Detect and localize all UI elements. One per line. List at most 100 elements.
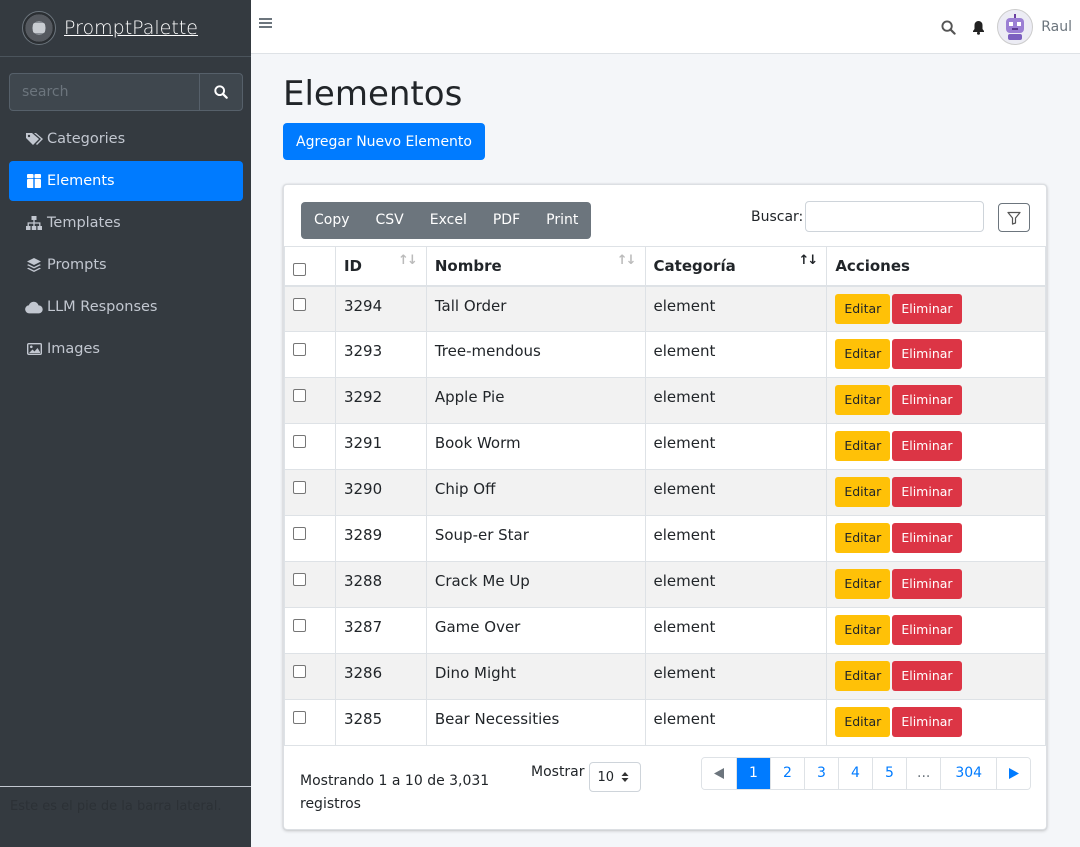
delete-button[interactable]: Eliminar [892,707,962,737]
edit-button[interactable]: Editar [835,569,891,599]
table-header-row: ID ↑↓ Nombre ↑↓ Categoría ↑↓ Acciones [284,246,1046,287]
table-search-label: Buscar: [751,209,804,225]
sidebar-item-llm-responses[interactable]: LLM Responses [9,287,243,327]
page-size-control: Mostrar 10 [531,762,641,792]
next-page-button[interactable] [996,758,1031,789]
edit-button[interactable]: Editar [835,339,891,369]
notifications-button[interactable] [972,20,985,35]
sidebar-nav: Categories Elements Templates Prompts LL… [9,119,243,371]
sitemap-icon [25,215,43,231]
export-button-group: Copy CSV Excel PDF Print [301,202,592,239]
page-button[interactable]: 1 [736,758,770,789]
row-checkbox[interactable] [293,711,306,724]
row-select-cell [284,331,336,378]
name-cell: Apple Pie [425,377,646,424]
id-cell: 3294 [334,285,427,332]
actions-cell: Editar Eliminar [826,469,1046,516]
add-element-button[interactable]: Agregar Nuevo Elemento [283,123,485,160]
row-checkbox[interactable] [293,481,306,494]
row-select-cell [284,285,336,332]
page-button[interactable]: 3 [804,758,838,789]
delete-button[interactable]: Eliminar [892,569,962,599]
name-cell: Crack Me Up [425,561,646,608]
row-checkbox[interactable] [293,573,306,586]
category-cell: element [644,377,828,424]
page-button[interactable]: 304 [940,758,997,789]
page-button[interactable]: 4 [838,758,872,789]
avatar[interactable] [997,9,1034,45]
row-select-cell [284,607,336,654]
brand-name[interactable]: PromptPalette [64,17,198,39]
edit-button[interactable]: Editar [835,293,891,324]
table-row: 3294 Tall Order element Editar Eliminar [284,285,1046,332]
edit-button[interactable]: Editar [835,707,891,737]
delete-button[interactable]: Eliminar [892,431,962,461]
page-size-label: Mostrar [531,764,585,780]
sidebar-item-templates[interactable]: Templates [9,203,243,243]
category-cell: element [644,699,828,746]
column-header-name[interactable]: Nombre ↑↓ [425,246,646,287]
table-row: 3287 Game Over element Editar Eliminar [284,607,1046,654]
filter-button[interactable] [998,203,1030,232]
brand[interactable]: PromptPalette [0,0,251,57]
row-checkbox[interactable] [293,619,306,632]
category-cell: element [644,331,828,378]
prev-page-button[interactable] [702,758,736,789]
column-header-category[interactable]: Categoría ↑↓ [644,246,828,287]
sidebar-item-prompts[interactable]: Prompts [9,245,243,285]
column-header-id[interactable]: ID ↑↓ [334,246,427,287]
table-search-input[interactable] [805,201,984,232]
edit-button[interactable]: Editar [835,523,891,553]
edit-button[interactable]: Editar [835,477,891,507]
delete-button[interactable]: Eliminar [892,615,962,645]
sidebar-item-label: Elements [47,173,115,189]
sidebar-search-input[interactable]: search [9,73,199,111]
delete-button[interactable]: Eliminar [892,661,962,691]
name-cell: Chip Off [425,469,646,516]
page-button[interactable]: 5 [872,758,906,789]
sidebar-item-images[interactable]: Images [9,329,243,369]
edit-button[interactable]: Editar [835,431,891,461]
category-cell: element [644,423,828,470]
edit-button[interactable]: Editar [835,615,891,645]
delete-button[interactable]: Eliminar [892,477,962,507]
name-cell: Soup-er Star [425,515,646,562]
edit-button[interactable]: Editar [835,661,891,691]
page-button[interactable]: 2 [770,758,804,789]
category-cell: element [644,607,828,654]
pdf-button[interactable]: PDF [480,202,533,239]
edit-button[interactable]: Editar [835,385,891,415]
delete-button[interactable]: Eliminar [892,293,962,324]
row-checkbox[interactable] [293,665,306,678]
row-select-cell [284,699,336,746]
user-name[interactable]: Raul [1041,19,1072,35]
row-checkbox[interactable] [293,435,306,448]
delete-button[interactable]: Eliminar [892,339,962,369]
id-cell: 3292 [334,377,427,424]
print-button[interactable]: Print [533,202,591,239]
sidebar-footer: Este es el pie de la barra lateral. [0,786,251,826]
page-size-select[interactable]: 10 [588,762,641,792]
sidebar-search-button[interactable] [199,73,243,111]
sidebar-item-label: Categories [47,131,126,147]
csv-button[interactable]: CSV [363,202,417,239]
row-checkbox[interactable] [293,389,306,402]
sidebar-item-elements[interactable]: Elements [9,161,243,201]
sidebar-item-categories[interactable]: Categories [9,119,243,159]
table-info: Mostrando 1 a 10 de 3,031 registros [300,773,490,812]
delete-button[interactable]: Eliminar [892,385,962,415]
sort-icon: ↑↓ [616,253,637,268]
row-checkbox[interactable] [293,343,306,356]
row-checkbox[interactable] [293,527,306,540]
excel-button[interactable]: Excel [417,202,480,239]
copy-button[interactable]: Copy [301,202,363,239]
select-all-checkbox[interactable] [293,263,306,276]
row-checkbox[interactable] [293,297,306,311]
delete-button[interactable]: Eliminar [892,523,962,553]
actions-cell: Editar Eliminar [826,285,1046,332]
updown-icon [621,772,629,782]
topbar-search-button[interactable] [941,19,956,35]
menu-toggle-button[interactable] [259,14,272,33]
tags-icon [25,131,43,147]
id-cell: 3293 [334,331,427,378]
